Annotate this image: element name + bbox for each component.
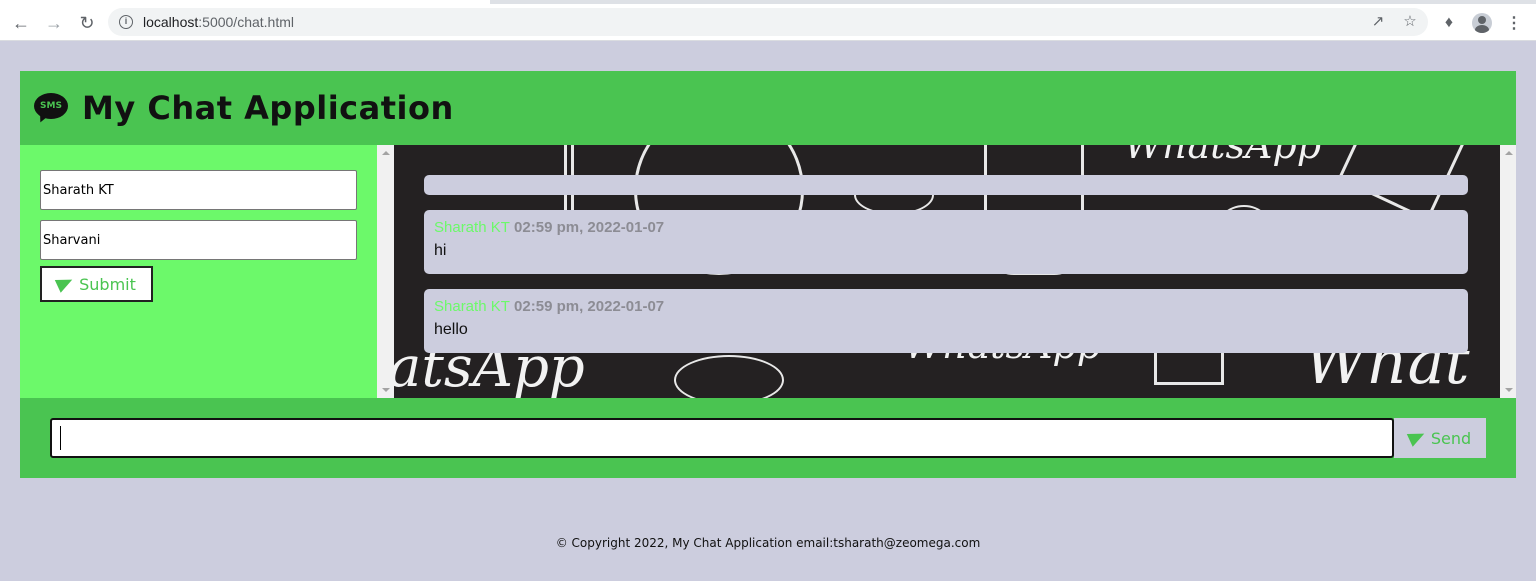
address-bar[interactable]: i localhost:5000/chat.html ↗ ☆ <box>108 8 1428 36</box>
composer-bar: Send <box>20 398 1516 478</box>
submit-button[interactable]: Submit <box>40 266 153 302</box>
message-bubble-partial <box>424 175 1468 195</box>
copyright-footer: © Copyright 2022, My Chat Application em… <box>555 536 981 550</box>
message-sender: Sharath KT <box>434 298 510 315</box>
url-host: localhost <box>143 14 199 30</box>
message-sender: Sharath KT <box>434 219 510 236</box>
url-text[interactable]: localhost:5000/chat.html <box>143 14 294 30</box>
text-cursor <box>60 426 61 450</box>
sms-icon-label: SMS <box>34 93 68 119</box>
bg-text-whatsapp: WhatsApp <box>1124 145 1322 167</box>
message-timestamp: 02:59 pm, 2022-01-07 <box>514 219 665 236</box>
app-header: SMS My Chat Application <box>20 71 1516 145</box>
message-bubble: Sharath KT 02:59 pm, 2022-01-07 hi <box>424 210 1468 274</box>
url-path: :5000/chat.html <box>198 14 294 30</box>
share-icon[interactable]: ↗ <box>1370 14 1386 30</box>
browser-menu-icon[interactable]: ⋮ <box>1503 12 1525 34</box>
message-meta: Sharath KT 02:59 pm, 2022-01-07 <box>434 219 1458 236</box>
chat-app: SMS My Chat Application Submit WhatsApp … <box>20 71 1516 478</box>
profile-avatar-icon[interactable] <box>1471 12 1493 34</box>
paper-plane-icon <box>54 273 76 293</box>
chat-scrollbar[interactable] <box>1500 145 1516 398</box>
back-arrow-icon[interactable]: ← <box>9 11 33 35</box>
app-title: My Chat Application <box>82 89 454 127</box>
submit-button-label: Submit <box>79 274 136 294</box>
forward-arrow-icon[interactable]: → <box>42 11 66 35</box>
chat-messages-area: WhatsApp WhatsApp atsApp What Sharath KT… <box>377 145 1516 398</box>
message-timestamp: 02:59 pm, 2022-01-07 <box>514 298 665 315</box>
bookmark-star-icon[interactable]: ☆ <box>1402 14 1418 30</box>
recipient-name-input[interactable] <box>40 220 357 260</box>
reload-icon[interactable]: ↻ <box>75 11 99 35</box>
message-text: hi <box>434 242 447 259</box>
message-meta: Sharath KT 02:59 pm, 2022-01-07 <box>434 298 1458 315</box>
sms-icon: SMS <box>34 93 68 125</box>
site-info-icon[interactable]: i <box>119 15 133 29</box>
message-input[interactable] <box>50 418 1394 458</box>
send-button[interactable]: Send <box>1394 418 1486 458</box>
chat-background: WhatsApp WhatsApp atsApp What Sharath KT… <box>394 145 1500 398</box>
doodle-swirl <box>674 355 784 398</box>
chat-scroll-gutter-left[interactable] <box>377 145 394 398</box>
sidebar-panel: Submit <box>20 145 377 398</box>
send-plane-icon <box>1406 427 1428 447</box>
sender-name-input[interactable] <box>40 170 357 210</box>
message-bubble: Sharath KT 02:59 pm, 2022-01-07 hello <box>424 289 1468 353</box>
browser-toolbar: ← → ↻ i localhost:5000/chat.html ↗ ☆ ♦ ⋮ <box>0 4 1536 41</box>
message-text: hello <box>434 321 468 338</box>
send-button-label: Send <box>1430 428 1472 448</box>
extensions-puzzle-icon[interactable]: ♦ <box>1438 12 1460 34</box>
